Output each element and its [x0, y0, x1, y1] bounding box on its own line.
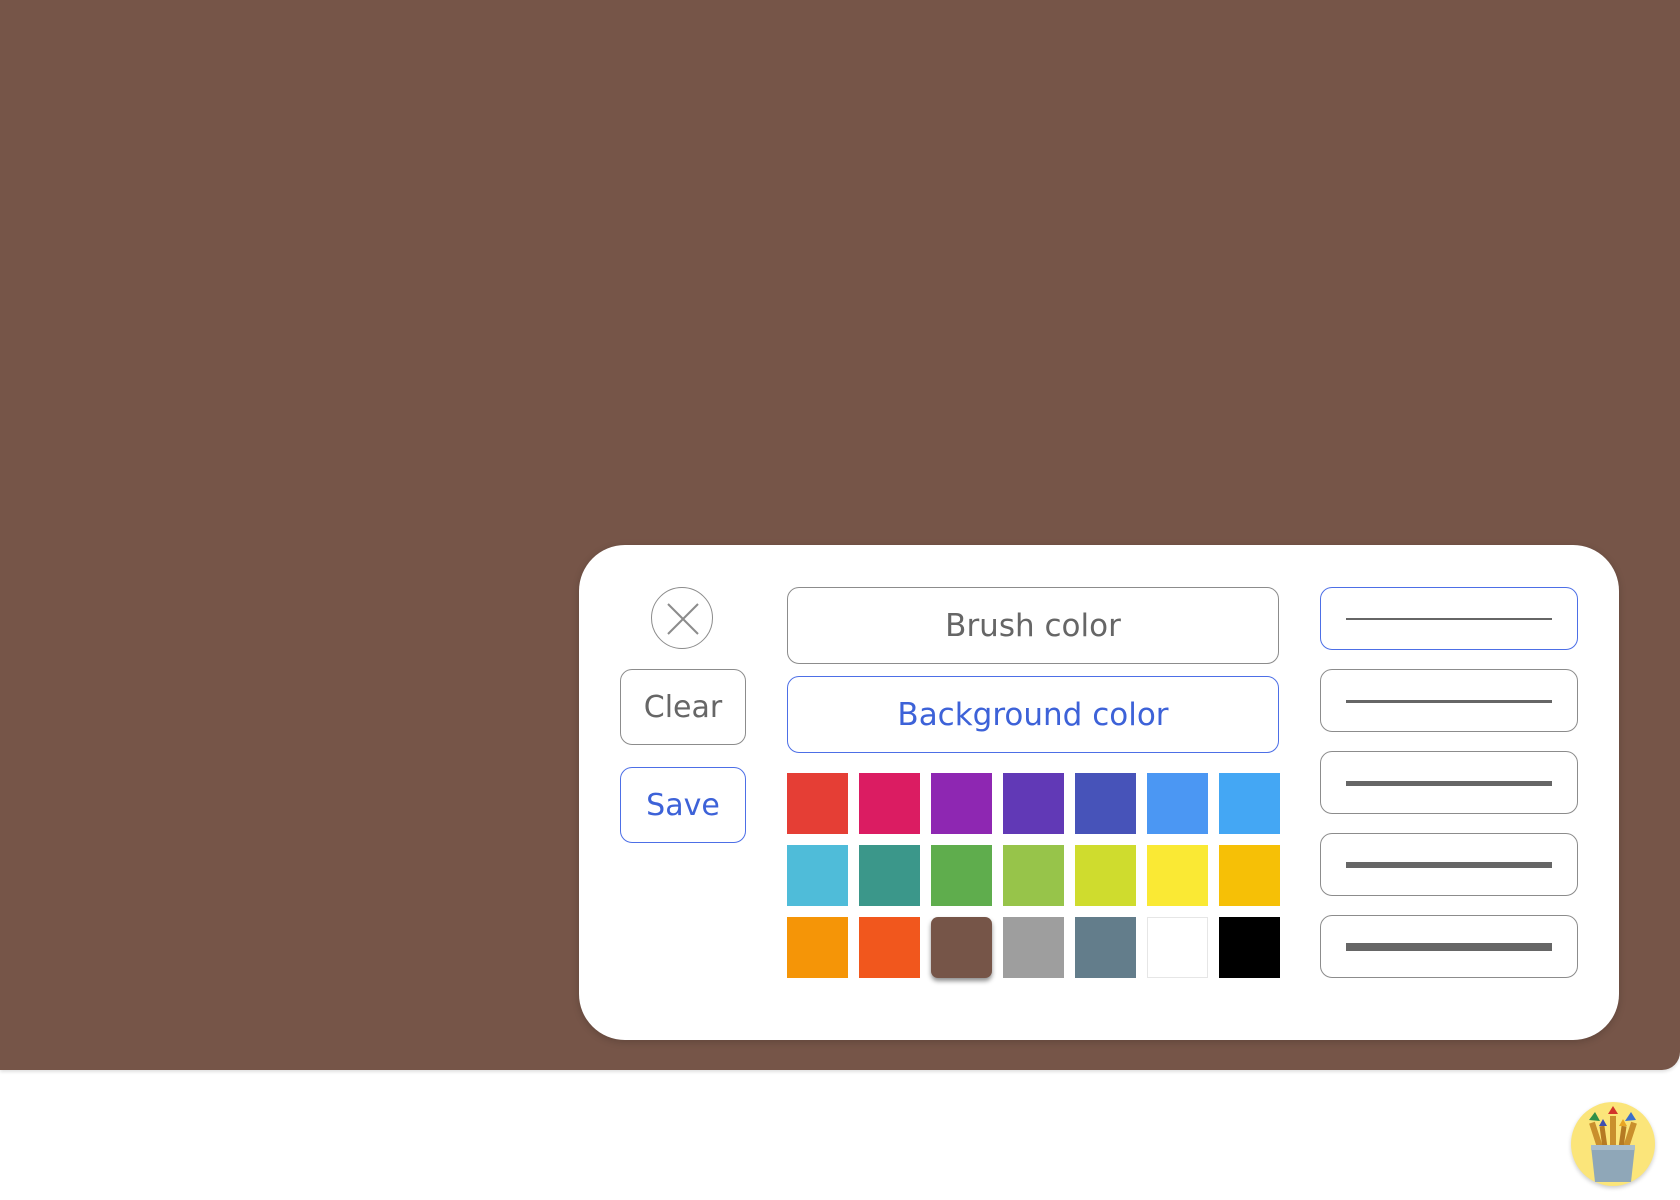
color-palette: [787, 773, 1280, 978]
brush-size-5-button[interactable]: [1320, 915, 1578, 978]
brush-size-2-button[interactable]: [1320, 669, 1578, 732]
save-button[interactable]: Save: [620, 767, 746, 843]
color-swatch[interactable]: [859, 773, 920, 834]
color-swatch[interactable]: [1219, 773, 1280, 834]
color-swatch[interactable]: [931, 917, 992, 978]
brush-size-4-button[interactable]: [1320, 833, 1578, 896]
close-icon: [667, 603, 699, 635]
brush-size-preview-line: [1346, 862, 1552, 868]
color-swatch[interactable]: [1003, 773, 1064, 834]
brush-size-3-button[interactable]: [1320, 751, 1578, 814]
color-swatch[interactable]: [1147, 773, 1208, 834]
color-swatch[interactable]: [1003, 917, 1064, 978]
color-swatch[interactable]: [1147, 917, 1208, 978]
color-swatch[interactable]: [1075, 917, 1136, 978]
background-color-button[interactable]: Background color: [787, 676, 1279, 753]
color-swatch[interactable]: [1075, 845, 1136, 906]
paint-launcher-button[interactable]: [1571, 1102, 1655, 1186]
color-swatch[interactable]: [1075, 773, 1136, 834]
color-swatch[interactable]: [787, 917, 848, 978]
brush-size-preview-line: [1346, 618, 1552, 620]
color-swatch[interactable]: [1147, 845, 1208, 906]
color-swatch[interactable]: [1219, 917, 1280, 978]
color-swatch[interactable]: [859, 845, 920, 906]
color-swatch[interactable]: [859, 917, 920, 978]
color-swatch[interactable]: [787, 845, 848, 906]
clear-button[interactable]: Clear: [620, 669, 746, 745]
color-swatch[interactable]: [931, 773, 992, 834]
brush-size-preview-line: [1346, 699, 1552, 703]
brush-size-preview-line: [1346, 780, 1552, 786]
color-swatch[interactable]: [1003, 845, 1064, 906]
paintbrush-cup-icon: [1589, 1106, 1637, 1182]
color-swatch[interactable]: [931, 845, 992, 906]
close-button[interactable]: [651, 587, 713, 649]
brush-size-preview-line: [1346, 943, 1552, 951]
color-swatch[interactable]: [787, 773, 848, 834]
color-swatch[interactable]: [1219, 845, 1280, 906]
brush-color-button[interactable]: Brush color: [787, 587, 1279, 664]
brush-size-1-button[interactable]: [1320, 587, 1578, 650]
